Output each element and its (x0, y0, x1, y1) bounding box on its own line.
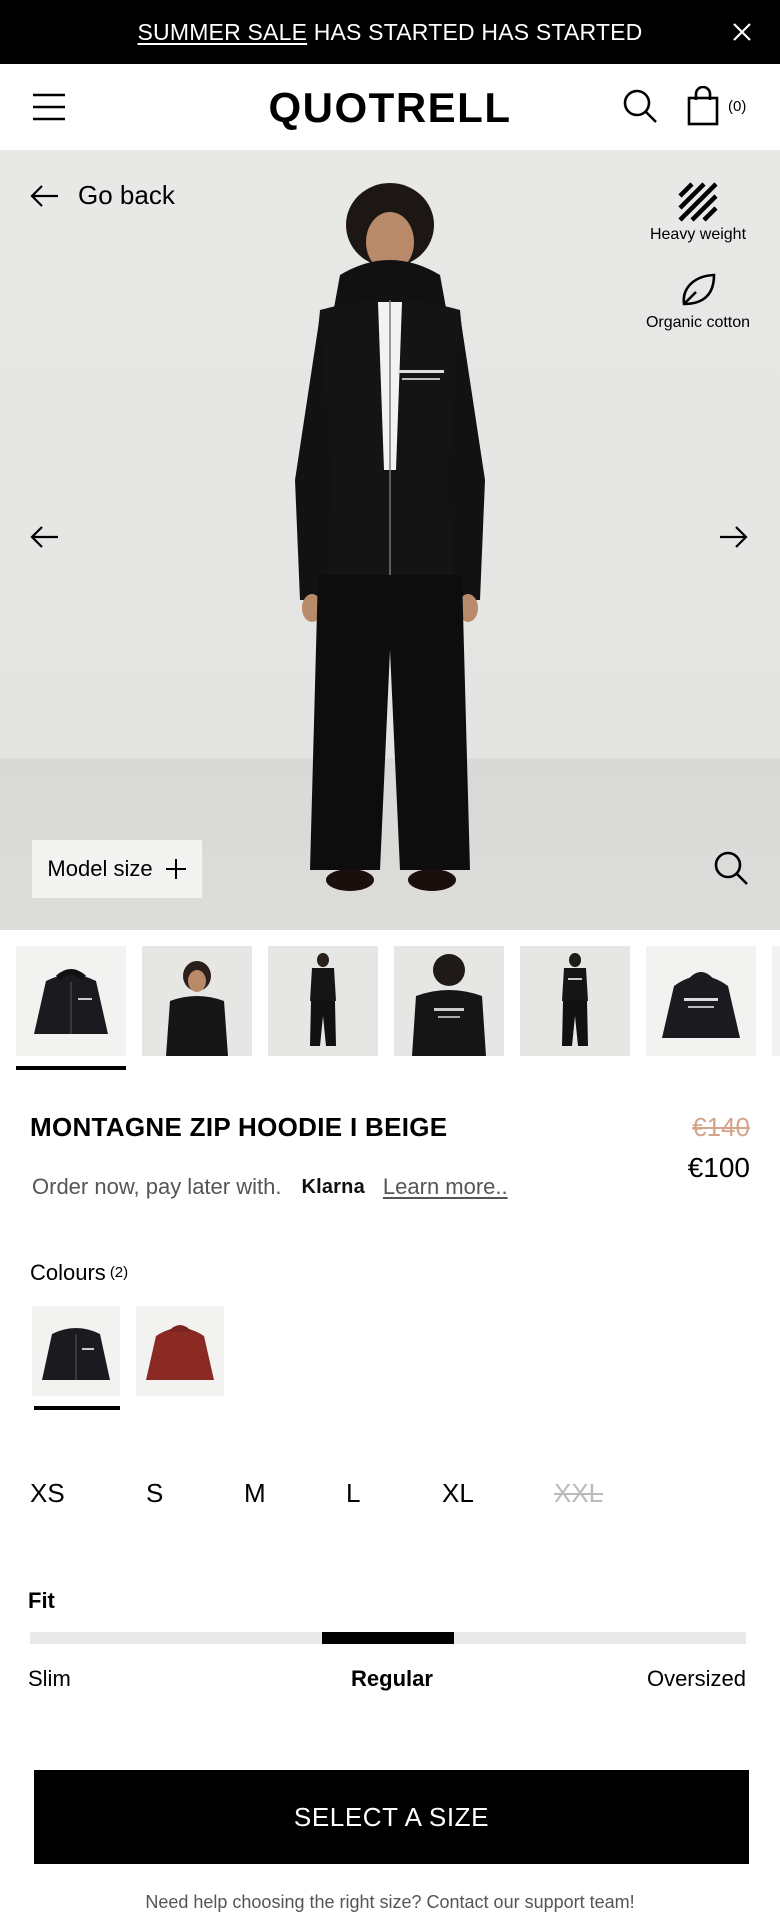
thumbnail-5[interactable] (520, 946, 630, 1056)
thumbnail-1[interactable] (16, 946, 126, 1056)
stripes-icon (678, 182, 718, 222)
selected-colour-indicator (34, 1406, 120, 1410)
cart-count[interactable]: (0) (728, 98, 746, 115)
fit-scale (30, 1632, 746, 1644)
model-size-button[interactable]: Model size (32, 840, 202, 898)
previous-image-arrow-icon[interactable] (30, 525, 60, 549)
announcement-bar: SUMMER SALE HAS STARTED HAS STARTED (0, 0, 780, 64)
thumbnail-strip[interactable] (0, 946, 780, 1070)
colour-swatch-black[interactable] (32, 1306, 120, 1396)
announcement-suffix: HAS STARTED HAS STARTED (307, 18, 643, 45)
swatch-black-hoodie (42, 1328, 110, 1380)
size-s[interactable]: S (146, 1478, 163, 1509)
site-header: QUOTRELL (0) (0, 64, 780, 150)
select-size-button[interactable]: SELECT A SIZE (34, 1770, 749, 1864)
zoom-icon[interactable] (713, 850, 749, 886)
size-l[interactable]: L (346, 1478, 360, 1509)
size-selector: XS S M L XL XXL (30, 1478, 750, 1512)
brand-logo[interactable]: QUOTRELL (0, 84, 780, 132)
thumbnail-4[interactable] (394, 946, 504, 1056)
announcement-text: SUMMER SALE HAS STARTED HAS STARTED (137, 19, 642, 46)
plus-icon (165, 859, 186, 879)
thumbnail-7-partial[interactable] (772, 946, 780, 1056)
summer-sale-link[interactable]: SUMMER SALE (137, 19, 307, 45)
sale-price: €100 (687, 1152, 750, 1183)
product-hero-image[interactable]: Go back Heavy weight Organic cotton Mode… (0, 150, 780, 930)
klarna-text: Order now, pay later with. (32, 1174, 282, 1199)
active-thumbnail-indicator (16, 1066, 126, 1070)
colours-label-text: Colours (30, 1260, 106, 1285)
badge-heavy-weight-label: Heavy weight (649, 226, 747, 243)
klarna-row: Order now, pay later with. Klarna Learn … (32, 1174, 508, 1200)
thumbnail-2[interactable] (142, 946, 252, 1056)
badge-organic-cotton: Organic cotton (633, 270, 763, 332)
learn-more-link[interactable]: Learn more.. (383, 1174, 508, 1200)
fit-label: Fit (28, 1588, 55, 1613)
thumbnail-model-back-closeup (412, 954, 486, 1056)
fit-oversized-label: Oversized (646, 1666, 746, 1691)
colours-label: Colours (2) (30, 1260, 128, 1286)
thumbnail-model-closeup (166, 961, 228, 1056)
thumbnail-3[interactable] (268, 946, 378, 1056)
next-image-arrow-icon[interactable] (718, 525, 748, 549)
size-xxl-unavailable: XXL (554, 1478, 604, 1508)
size-xl[interactable]: XL (442, 1478, 474, 1509)
model-size-label: Model size (47, 856, 153, 881)
thumbnail-6[interactable] (646, 946, 756, 1056)
colour-swatch-burgundy[interactable] (136, 1306, 224, 1396)
badge-heavy-weight: Heavy weight (633, 182, 763, 244)
search-icon[interactable] (622, 88, 658, 124)
thumbnail-model-full (310, 953, 336, 1046)
go-back-link[interactable]: Go back (30, 180, 175, 211)
thumbnail-hoodie-front (34, 969, 108, 1034)
swatch-burgundy-hoodie (146, 1325, 214, 1380)
fit-indicator (322, 1632, 454, 1644)
badge-organic-cotton-label: Organic cotton (645, 314, 751, 331)
close-icon[interactable] (728, 18, 756, 46)
size-xs[interactable]: XS (30, 1478, 65, 1509)
size-m[interactable]: M (244, 1478, 266, 1509)
thumbnail-hoodie-back (662, 972, 740, 1038)
go-back-label: Go back (78, 180, 175, 210)
size-help-text[interactable]: Need help choosing the right size? Conta… (0, 1892, 780, 1913)
klarna-logo: Klarna (301, 1175, 365, 1198)
colours-count: (2) (109, 1264, 129, 1281)
thumbnail-model-back-full (562, 953, 588, 1046)
model-photo (295, 183, 485, 891)
arrow-left-icon (30, 184, 58, 207)
original-price: €140 (692, 1112, 750, 1142)
product-title: MONTAGNE ZIP HOODIE I BEIGE (30, 1112, 448, 1142)
shopping-bag-icon[interactable] (686, 86, 720, 126)
leaf-icon (682, 273, 716, 306)
